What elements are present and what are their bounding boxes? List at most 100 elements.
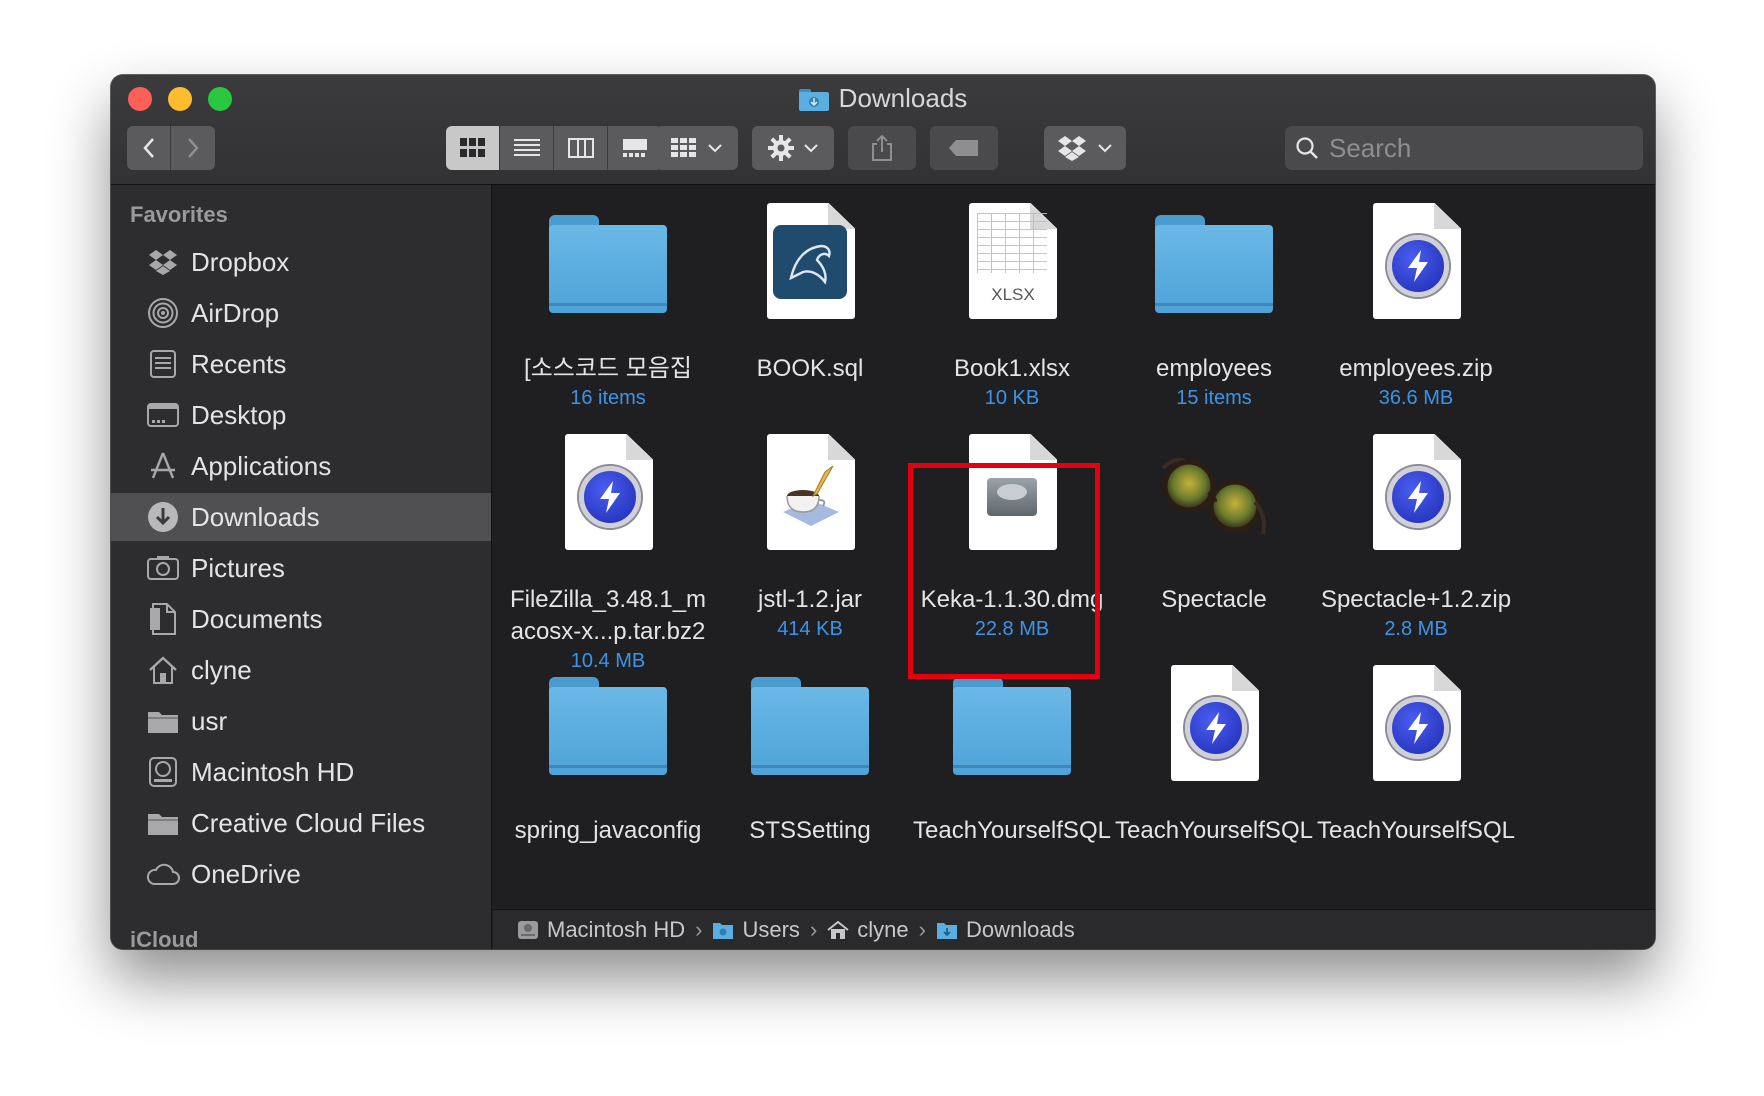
folder-icon	[145, 806, 181, 840]
file-item[interactable]: BOOK.sql	[695, 199, 925, 385]
sidebar-item-pictures[interactable]: Pictures	[111, 544, 491, 592]
pictures-icon	[145, 551, 181, 585]
icon-grid-icon	[459, 138, 485, 157]
path-bar: Macintosh HD › Users › clyne › Downloads	[493, 909, 1655, 949]
file-name-line2: acosx-x...p.tar.bz2	[510, 618, 706, 645]
column-view-button[interactable]	[554, 126, 608, 170]
file-info: 36.6 MB	[1378, 387, 1454, 409]
xlsx-badge: XLSX	[991, 285, 1035, 304]
sidebar-item-desktop[interactable]: Desktop	[111, 391, 491, 439]
group-grid-icon	[671, 138, 696, 157]
sidebar-item-label: Desktop	[191, 399, 287, 430]
folder-icon	[947, 661, 1077, 791]
file-item[interactable]: STSSetting	[695, 661, 925, 847]
java-cup-icon	[783, 465, 839, 526]
sidebar-item-label: clyne	[191, 654, 252, 685]
gear-icon	[768, 135, 794, 161]
hard-drive-icon	[145, 755, 181, 789]
folder-icon	[713, 922, 734, 939]
file-name: employees.zip	[1339, 355, 1493, 382]
path-segment-label: Users	[742, 916, 800, 942]
back-button[interactable]	[127, 126, 171, 170]
hard-drive-icon	[518, 920, 538, 939]
group-by-button[interactable]	[656, 126, 738, 170]
file-item[interactable]: [소스코드 모음집 16 items	[493, 199, 723, 411]
file-item[interactable]: Spectacle+1.2.zip 2.8 MB	[1301, 430, 1531, 642]
sidebar-item-downloads[interactable]: Downloads	[111, 493, 491, 541]
sidebar-item-recents[interactable]: Recents	[111, 340, 491, 388]
folder-icon	[543, 199, 673, 329]
folder-icon	[145, 704, 181, 738]
sidebar-item-documents[interactable]: Documents	[111, 595, 491, 643]
lightning-icon	[1387, 466, 1449, 528]
applications-icon	[145, 449, 181, 483]
search-field[interactable]	[1285, 126, 1643, 170]
sidebar-item-airdrop[interactable]: AirDrop	[111, 289, 491, 337]
sidebar-item-label: Downloads	[191, 501, 320, 532]
sidebar-item-clyne[interactable]: clyne	[111, 646, 491, 694]
lightning-icon	[1387, 697, 1449, 759]
file-name: jstl-1.2.jar	[757, 586, 863, 613]
documents-icon	[145, 602, 181, 636]
path-segment[interactable]: Downloads	[936, 917, 1075, 943]
sidebar-item-onedrive[interactable]: OneDrive	[111, 850, 491, 898]
file-item[interactable]: TeachYourselfSQL	[1099, 661, 1329, 847]
archive-document-icon	[1351, 661, 1481, 791]
forward-button[interactable]	[171, 126, 215, 170]
sidebar-item-label: Pictures	[191, 552, 285, 583]
jar-document-icon	[745, 430, 875, 560]
view-mode-control	[446, 126, 662, 170]
gallery-view-button[interactable]	[608, 126, 662, 170]
sidebar-item-label: Macintosh HD	[191, 756, 355, 787]
file-item[interactable]: TeachYourselfSQL	[897, 661, 1127, 847]
search-input[interactable]	[1329, 132, 1619, 164]
path-separator: ›	[695, 916, 703, 942]
file-item[interactable]: Spectacle	[1099, 430, 1329, 616]
file-item[interactable]: employees.zip 36.6 MB	[1301, 199, 1531, 411]
sidebar-item-applications[interactable]: Applications	[111, 442, 491, 490]
share-icon	[872, 134, 892, 161]
sidebar-item-usr[interactable]: usr	[111, 697, 491, 745]
titlebar: Downloads	[111, 75, 1655, 185]
columns-icon	[567, 138, 594, 158]
icon-view-button[interactable]	[446, 126, 500, 170]
tags-button[interactable]	[930, 126, 998, 170]
home-icon	[145, 653, 181, 687]
action-menu-button[interactable]	[752, 126, 834, 170]
file-item[interactable]: FileZilla_3.48.1_m acosx-x...p.tar.bz2 1…	[493, 430, 723, 674]
chevron-down-icon	[1098, 144, 1112, 153]
share-button[interactable]	[848, 126, 916, 170]
file-item[interactable]: spring_javaconfig	[493, 661, 723, 847]
spreadsheet-document-icon: XLSX	[947, 199, 1077, 329]
sidebar-item-creative-cloud-files[interactable]: Creative Cloud Files	[111, 799, 491, 847]
path-segment-label: clyne	[857, 916, 909, 942]
file-item[interactable]: jstl-1.2.jar 414 KB	[695, 430, 925, 642]
dropbox-icon	[145, 245, 181, 279]
spectacle-app-icon	[1149, 430, 1279, 560]
file-item[interactable]: TeachYourselfSQL	[1301, 661, 1531, 847]
path-segment[interactable]: Macintosh HD	[517, 917, 685, 943]
list-view-button[interactable]	[500, 126, 554, 170]
file-item[interactable]: employees 15 items	[1099, 199, 1329, 411]
sidebar-item-label: Dropbox	[191, 246, 290, 277]
archive-document-icon	[1351, 199, 1481, 329]
path-segment[interactable]: Users	[712, 916, 800, 943]
path-segment-label: Macintosh HD	[547, 916, 686, 942]
window-title-text: Downloads	[838, 83, 968, 113]
file-name: TeachYourselfSQL	[1115, 817, 1313, 844]
desktop-icon	[145, 398, 181, 432]
sidebar-item-dropbox[interactable]: Dropbox	[111, 238, 491, 286]
sidebar-item-label: Creative Cloud Files	[191, 807, 426, 838]
file-name: Book1.xlsx	[953, 355, 1071, 382]
sidebar-item-macintosh-hd[interactable]: Macintosh HD	[111, 748, 491, 796]
path-segment[interactable]: clyne	[827, 916, 909, 943]
file-name: TeachYourselfSQL	[1317, 817, 1515, 844]
folder-icon	[745, 661, 875, 791]
file-item[interactable]: XLSX Book1.xlsx 10 KB	[897, 199, 1127, 411]
lightning-icon	[1185, 697, 1247, 759]
file-grid: [소스코드 모음집 16 items BOOK.sql XLSX Book1.x…	[493, 185, 1655, 909]
downloads-folder-icon	[936, 922, 957, 939]
downloads-folder-icon	[798, 87, 829, 111]
archive-document-icon	[543, 430, 673, 560]
dropbox-menu-button[interactable]	[1044, 126, 1126, 170]
